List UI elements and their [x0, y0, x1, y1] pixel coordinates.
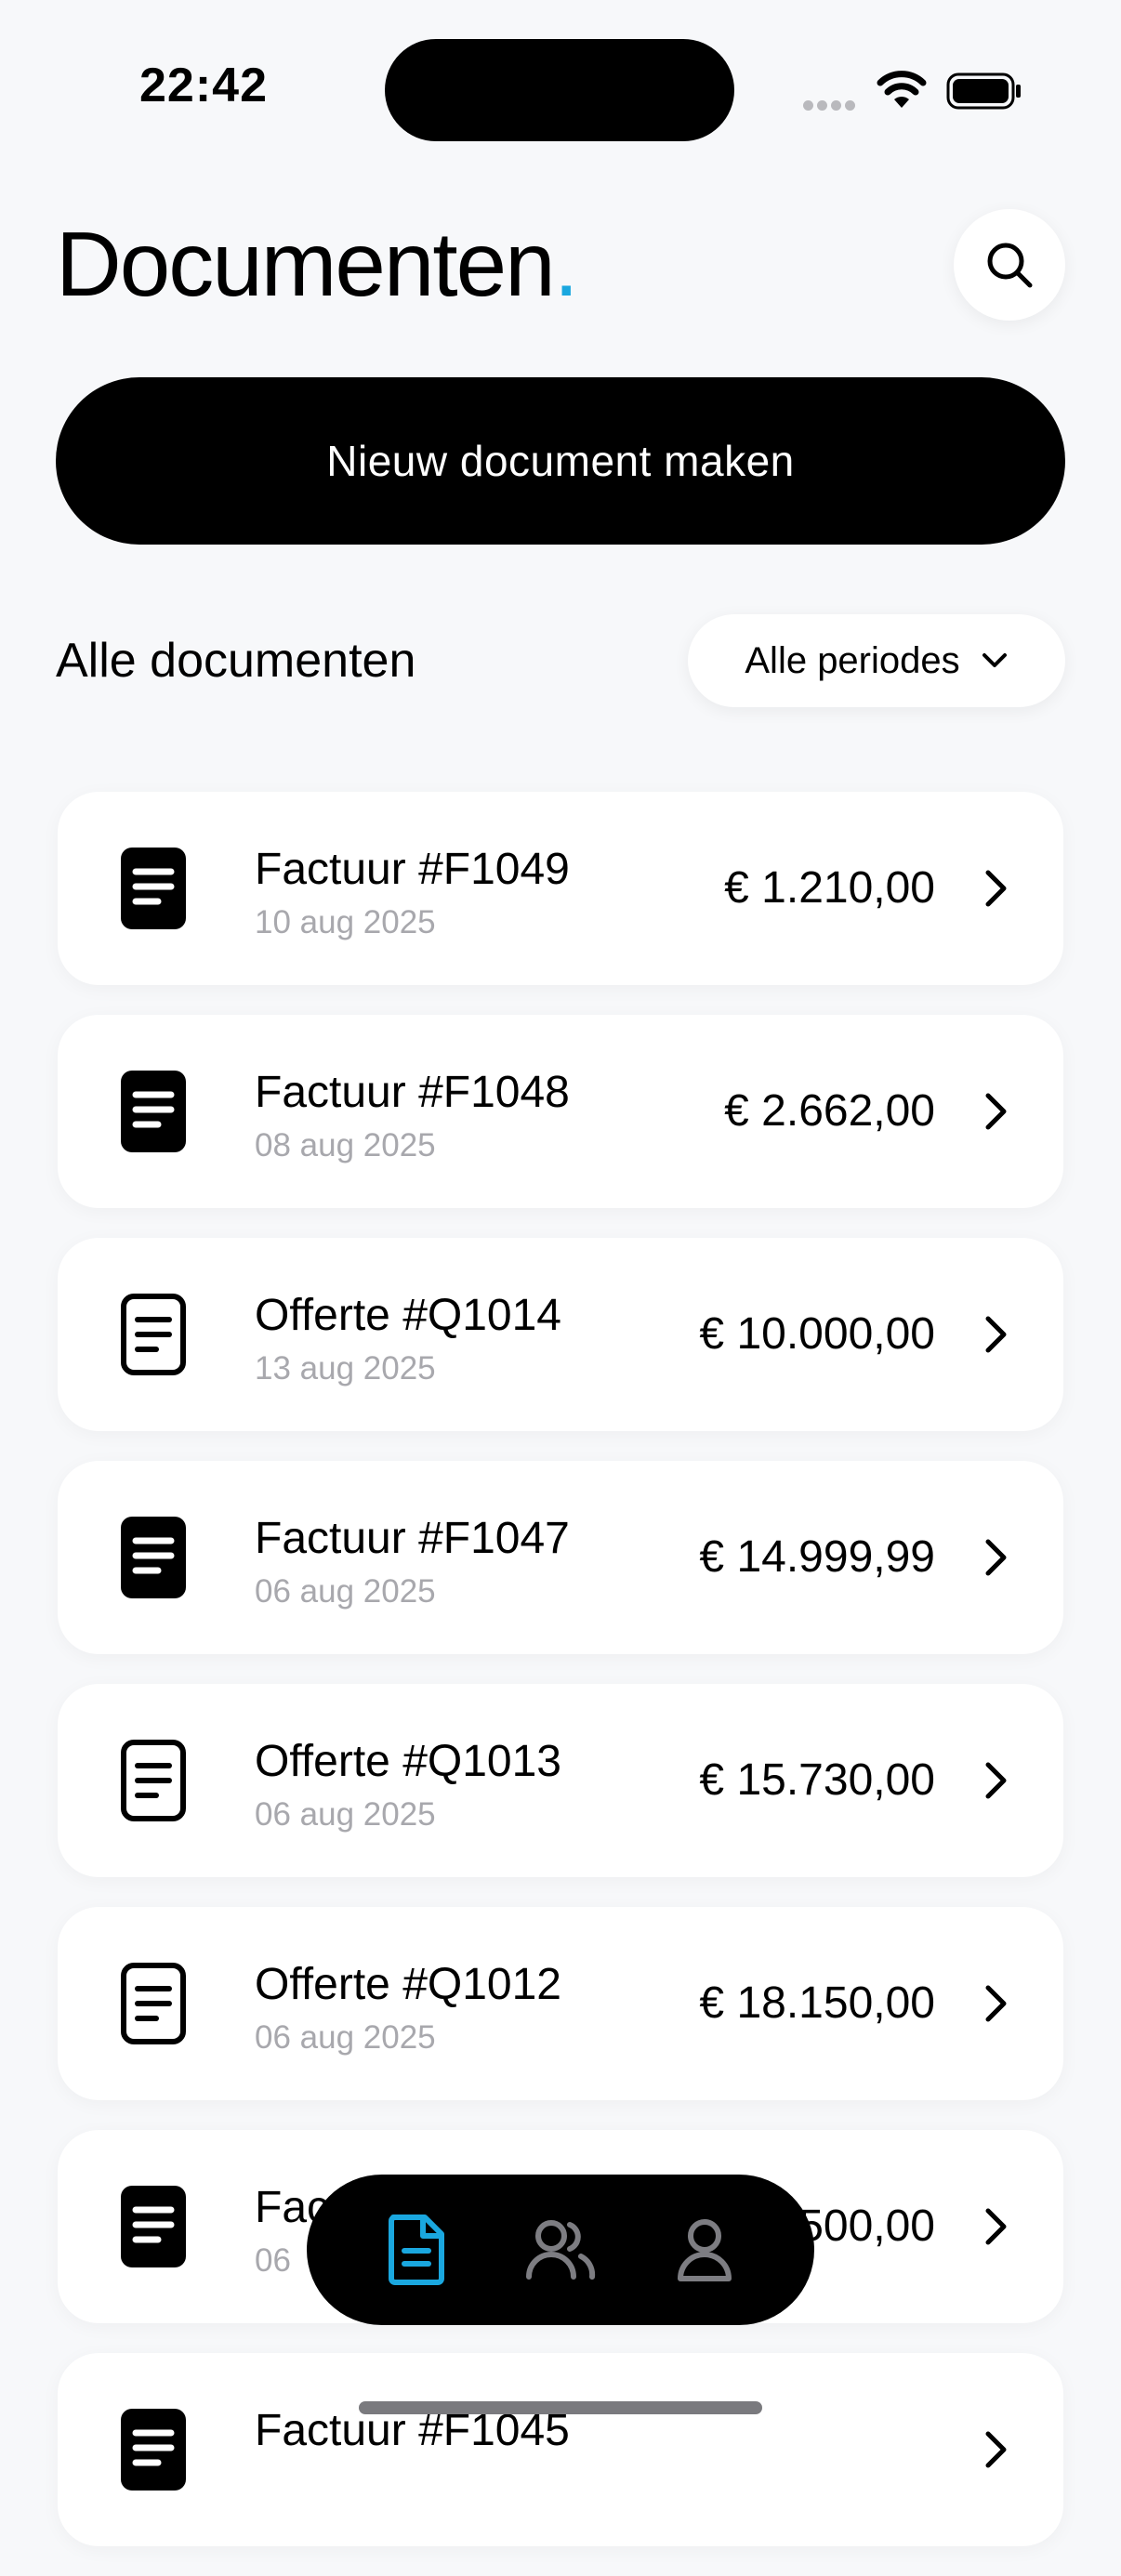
cellular-signal-icon [803, 99, 861, 112]
document-name: Offerte #Q1012 [255, 1960, 561, 2009]
search-button[interactable] [954, 209, 1065, 321]
invoice-icon [119, 846, 188, 931]
chevron-right-icon [983, 2206, 1009, 2247]
document-date: 06 aug 2025 [255, 1796, 436, 1833]
document-row[interactable]: Factuur #F1049 10 aug 2025 € 1.210,00 [58, 792, 1063, 985]
chevron-right-icon [983, 1314, 1009, 1355]
document-amount: € 2.662,00 [724, 1086, 935, 1136]
document-row[interactable]: Offerte #Q1013 06 aug 2025 € 15.730,00 [58, 1684, 1063, 1877]
document-date: 08 aug 2025 [255, 1127, 436, 1163]
document-date: 06 aug 2025 [255, 1573, 436, 1610]
document-amount: 500,00 [798, 2201, 935, 2251]
chevron-right-icon [983, 1983, 1009, 2024]
user-icon [678, 2219, 732, 2281]
quote-icon [119, 1292, 188, 1377]
battery-icon [946, 72, 1021, 110]
document-name: Factuur #F1049 [255, 845, 570, 894]
document-amount: € 15.730,00 [699, 1755, 935, 1805]
chevron-right-icon [983, 1760, 1009, 1801]
wifi-icon [877, 71, 927, 108]
document-date: 13 aug 2025 [255, 1350, 436, 1387]
invoice-icon [119, 2407, 188, 2492]
page-title: Documenten. [56, 209, 579, 319]
section-title: Alle documenten [56, 634, 416, 688]
nav-item-documents[interactable] [372, 2205, 461, 2294]
document-date: 06 [255, 2242, 291, 2279]
users-icon [525, 2220, 596, 2280]
document-row[interactable]: Factuur #F1047 06 aug 2025 € 14.999,99 [58, 1461, 1063, 1654]
document-name: Factuur #F1048 [255, 1068, 570, 1117]
new-document-button[interactable]: Nieuw document maken [56, 377, 1065, 545]
document-amount: € 14.999,99 [699, 1532, 935, 1582]
document-name: Factuur #F1047 [255, 1514, 570, 1563]
document-name: Offerte #Q1013 [255, 1737, 561, 1786]
document-row[interactable]: Factuur #F1048 08 aug 2025 € 2.662,00 [58, 1015, 1063, 1208]
chevron-right-icon [983, 1537, 1009, 1578]
search-icon [987, 243, 1033, 288]
quote-icon [119, 1738, 188, 1823]
dynamic-island [385, 39, 734, 141]
document-row[interactable]: Offerte #Q1012 06 aug 2025 € 18.150,00 [58, 1907, 1063, 2100]
document-amount: € 18.150,00 [699, 1978, 935, 2028]
chevron-right-icon [983, 1091, 1009, 1132]
nav-item-contacts[interactable] [516, 2205, 605, 2294]
quote-icon [119, 1961, 188, 2046]
document-amount: € 1.210,00 [724, 863, 935, 913]
invoice-icon [119, 1069, 188, 1154]
document-icon [388, 2215, 444, 2285]
period-filter-label: Alle periodes [745, 639, 960, 681]
bottom-navigation [307, 2175, 814, 2325]
title-accent-dot: . [553, 213, 579, 315]
document-date: 10 aug 2025 [255, 904, 436, 940]
document-name: Offerte #Q1014 [255, 1291, 561, 1340]
chevron-right-icon [983, 2429, 1009, 2470]
document-row[interactable]: Factuur #F1045 [58, 2353, 1063, 2546]
document-row[interactable]: Offerte #Q1014 13 aug 2025 € 10.000,00 [58, 1238, 1063, 1431]
status-bar: 22:42 [0, 0, 1121, 177]
home-indicator[interactable] [359, 2401, 762, 2414]
chevron-down-icon [982, 653, 1007, 667]
nav-item-profile[interactable] [660, 2205, 749, 2294]
chevron-right-icon [983, 868, 1009, 909]
period-filter-dropdown[interactable]: Alle periodes [688, 614, 1065, 707]
status-time: 22:42 [139, 59, 268, 112]
page-title-text: Documenten [56, 213, 556, 315]
document-amount: € 10.000,00 [699, 1309, 935, 1359]
invoice-icon [119, 1515, 188, 1600]
document-date: 06 aug 2025 [255, 2019, 436, 2056]
invoice-icon [119, 2184, 188, 2269]
